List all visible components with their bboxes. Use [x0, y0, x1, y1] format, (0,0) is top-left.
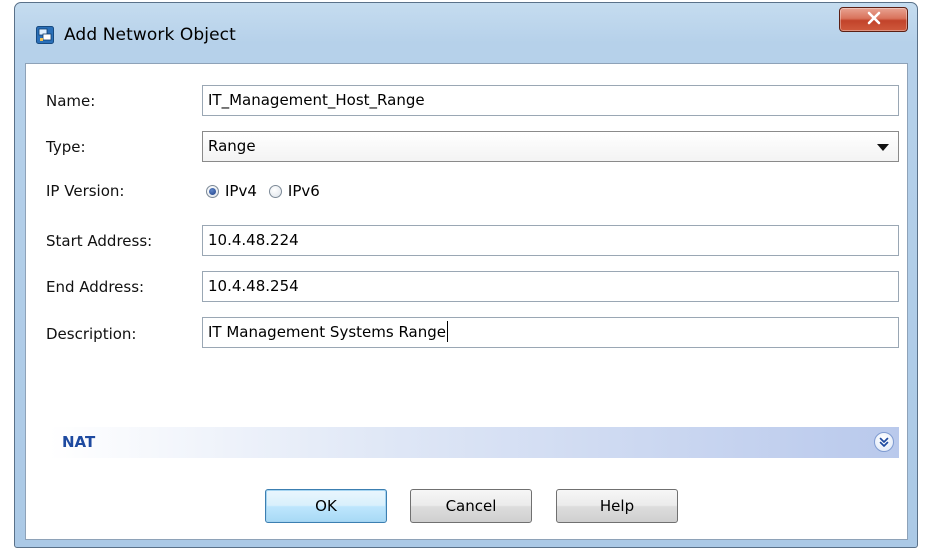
cancel-button[interactable]: Cancel [410, 489, 532, 523]
help-button[interactable]: Help [556, 489, 678, 523]
start-address-field[interactable]: 10.4.48.224 [202, 225, 899, 256]
radio-checked-icon [206, 184, 219, 198]
nat-section-label: NAT [62, 433, 96, 451]
end-address-value: 10.4.48.254 [208, 277, 299, 295]
description-field[interactable]: IT Management Systems Range [202, 317, 899, 348]
close-icon [866, 11, 882, 28]
end-address-field[interactable]: 10.4.48.254 [202, 271, 899, 302]
type-select[interactable]: Range [202, 131, 899, 162]
expand-chevrons-icon[interactable] [874, 432, 894, 452]
type-selected-value: Range [208, 137, 256, 155]
radio-ipv6[interactable]: IPv6 [268, 182, 320, 200]
dropdown-arrow-icon [877, 144, 889, 151]
description-value: IT Management Systems Range [208, 323, 446, 341]
name-label: Name: [46, 92, 96, 110]
network-object-icon [36, 26, 54, 44]
radio-unchecked-icon [268, 184, 282, 198]
close-button[interactable] [839, 7, 908, 32]
start-address-label: Start Address: [46, 232, 153, 250]
description-label: Description: [46, 325, 137, 343]
name-value: IT_Management_Host_Range [208, 91, 425, 109]
title-bar[interactable]: Add Network Object [15, 3, 917, 63]
end-address-label: End Address: [46, 278, 145, 296]
ip-version-label: IP Version: [46, 182, 125, 200]
radio-ipv4-label: IPv4 [225, 182, 257, 200]
ok-button[interactable]: OK [265, 489, 387, 523]
nat-section-header[interactable]: NAT [49, 427, 899, 458]
dialog-content: Name: IT_Management_Host_Range Type: Ran… [25, 63, 908, 540]
name-field[interactable]: IT_Management_Host_Range [202, 85, 899, 116]
start-address-value: 10.4.48.224 [208, 231, 299, 249]
ip-version-radio-group: IPv4 IPv6 [206, 179, 332, 203]
text-caret [447, 321, 448, 342]
add-network-object-dialog: Add Network Object Name: IT_Management_H… [14, 2, 918, 548]
dialog-title: Add Network Object [64, 25, 236, 45]
radio-ipv4[interactable]: IPv4 [206, 182, 257, 200]
radio-ipv6-label: IPv6 [287, 182, 320, 200]
type-label: Type: [46, 138, 86, 156]
